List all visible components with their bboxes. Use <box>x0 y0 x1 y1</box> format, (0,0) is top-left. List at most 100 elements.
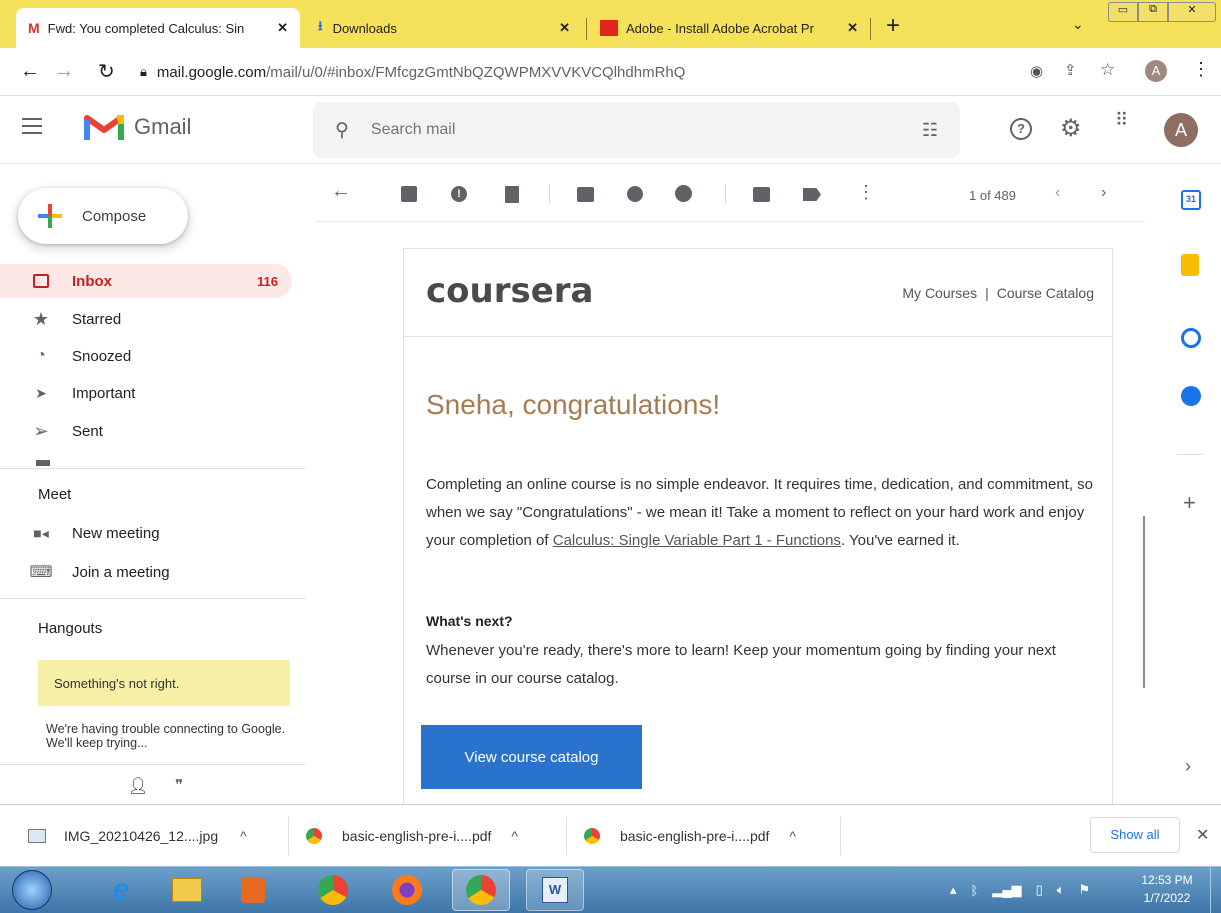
snooze-clock-icon[interactable] <box>627 186 643 202</box>
start-button[interactable] <box>12 870 52 910</box>
meet-header: Meet <box>38 486 72 503</box>
new-tab-button[interactable]: + <box>886 12 900 40</box>
show-all-button[interactable]: Show all <box>1090 817 1180 853</box>
firefox-icon[interactable] <box>378 869 436 911</box>
expand-panel-chevron-icon[interactable]: › <box>1185 756 1191 777</box>
browser-menu-icon[interactable]: ⋮ <box>1192 59 1210 80</box>
sidebar-item-snoozed[interactable]: ◔ Snoozed <box>0 339 292 373</box>
close-downloads-icon[interactable]: ✕ <box>1196 825 1209 845</box>
clock[interactable]: 12:53 PM 1/7/2022 <box>1130 871 1204 907</box>
mark-unread-icon[interactable] <box>577 187 594 202</box>
minimize-button[interactable]: ▭ <box>1108 2 1138 22</box>
show-hidden-icons-icon[interactable]: ▴ <box>950 882 957 898</box>
forward-arrow-icon[interactable]: → <box>54 60 74 83</box>
chrome-profile-icon[interactable] <box>452 869 510 911</box>
whats-next-heading: What's next? <box>426 613 513 629</box>
back-to-inbox-icon[interactable]: ← <box>331 180 351 203</box>
tasks-icon[interactable] <box>1181 328 1201 348</box>
sidebar-item-inbox[interactable]: Inbox 116 <box>0 264 292 298</box>
chevron-up-icon[interactable]: ^ <box>789 828 796 844</box>
label-tag-icon[interactable] <box>803 188 821 201</box>
reload-icon[interactable]: ↻ <box>98 59 115 84</box>
add-to-tasks-icon[interactable] <box>675 185 692 202</box>
close-icon[interactable]: ✕ <box>559 20 570 36</box>
sidebar-item-starred[interactable]: ★ Starred <box>0 302 292 336</box>
close-icon[interactable]: ✕ <box>277 20 288 36</box>
internet-explorer-icon[interactable]: e <box>92 869 150 911</box>
divider <box>0 764 305 765</box>
gmail-logo[interactable]: Gmail <box>84 112 191 142</box>
tab-search-icon[interactable]: ⌄ <box>1072 16 1084 33</box>
eye-icon[interactable]: ◉ <box>1030 62 1043 80</box>
close-icon[interactable]: ✕ <box>847 20 858 36</box>
contacts-icon[interactable] <box>1181 386 1201 406</box>
search-bar[interactable]: ⚲ ☷ <box>313 102 960 158</box>
media-player-icon[interactable] <box>224 869 282 911</box>
bookmark-star-icon[interactable]: ☆ <box>1100 60 1115 80</box>
sidebar-item-sent[interactable]: ➢ Sent <box>0 414 292 448</box>
chevron-up-icon[interactable]: ^ <box>240 828 247 844</box>
bluetooth-icon[interactable]: ᛒ <box>971 883 979 898</box>
more-options-icon[interactable]: ⋮ <box>857 182 875 203</box>
report-spam-icon[interactable]: ! <box>451 186 467 202</box>
tab-adobe[interactable]: Adobe - Install Adobe Acrobat Pr ✕ <box>588 14 866 42</box>
download-item[interactable]: IMG_20210426_12....jpg ^ <box>28 823 247 849</box>
search-input[interactable] <box>370 121 871 139</box>
move-to-folder-icon[interactable] <box>753 187 770 202</box>
divider <box>1177 454 1203 455</box>
calendar-icon[interactable]: 31 <box>1181 190 1201 210</box>
tab-gmail[interactable]: M Fwd: You completed Calculus: Sin ✕ <box>16 8 300 48</box>
download-item[interactable]: basic-english-pre-i....pdf ^ <box>306 823 518 849</box>
tab-downloads[interactable]: ⭳ Downloads ✕ <box>306 14 578 42</box>
battery-icon[interactable]: ▯ <box>1036 882 1043 898</box>
profile-avatar[interactable]: A <box>1145 60 1167 82</box>
keep-icon[interactable] <box>1181 254 1199 276</box>
back-arrow-icon[interactable]: ← <box>20 60 40 83</box>
maximize-button[interactable]: ⧉ <box>1138 2 1168 22</box>
compose-label: Compose <box>82 207 147 225</box>
compose-button[interactable]: Compose <box>18 188 188 244</box>
word-icon[interactable]: W <box>526 869 584 911</box>
settings-gear-icon[interactable]: ⚙ <box>1060 114 1082 143</box>
hamburger-menu-icon[interactable] <box>22 118 42 134</box>
course-link[interactable]: Calculus: Single Variable Part 1 - Funct… <box>553 532 841 549</box>
download-filename: IMG_20210426_12....jpg <box>64 828 219 844</box>
hangouts-header: Hangouts <box>38 620 103 637</box>
view-catalog-button[interactable]: View course catalog <box>421 725 642 789</box>
message-scrollbar[interactable] <box>1143 516 1145 688</box>
divider <box>0 598 305 599</box>
windows-taskbar: e W ▴ ᛒ ▂▄▆ ▯ 🔈︎ ⚑ 12:53 PM 1/7/2022 <box>0 866 1221 913</box>
help-icon[interactable]: ? <box>1010 118 1032 140</box>
apps-grid-icon[interactable]: ⠿ <box>1115 111 1128 129</box>
my-courses-link[interactable]: My Courses <box>902 285 977 301</box>
address-bar[interactable]: 🔒︎ mail.google.com /mail/u/0/#inbox/FMfc… <box>140 54 1140 90</box>
keyboard-icon: ⌨ <box>29 564 53 581</box>
share-icon[interactable]: ⇪ <box>1064 61 1077 79</box>
archive-icon[interactable] <box>401 186 417 202</box>
download-item[interactable]: basic-english-pre-i....pdf ^ <box>584 823 796 849</box>
show-desktop-button[interactable] <box>1210 867 1221 913</box>
course-catalog-link[interactable]: Course Catalog <box>997 285 1094 301</box>
older-chevron-icon[interactable]: › <box>1101 184 1106 202</box>
search-options-icon[interactable]: ☷ <box>922 120 938 141</box>
volume-icon[interactable]: 🔈︎ <box>1057 882 1065 898</box>
account-avatar[interactable]: A <box>1164 113 1198 147</box>
delete-trash-icon[interactable] <box>505 186 519 203</box>
join-meeting-button[interactable]: ⌨ Join a meeting <box>0 555 292 589</box>
close-window-button[interactable]: ✕ <box>1168 2 1216 22</box>
file-explorer-icon[interactable] <box>158 869 216 911</box>
newer-chevron-icon[interactable]: ‹ <box>1055 184 1060 202</box>
sidebar-item-important[interactable]: ➤ Important <box>0 376 292 410</box>
action-center-flag-icon[interactable]: ⚑ <box>1079 882 1091 898</box>
new-meeting-button[interactable]: ■◂ New meeting <box>0 516 292 550</box>
email-header: coursera My Courses | Course Catalog <box>404 249 1112 337</box>
chevron-up-icon[interactable]: ^ <box>511 828 518 844</box>
add-addon-plus-icon[interactable]: + <box>1183 490 1196 516</box>
hangouts-chat-icon[interactable]: ❞ <box>175 776 183 794</box>
signal-icon[interactable]: ▂▄▆ <box>992 882 1021 898</box>
chrome-icon[interactable] <box>304 869 362 911</box>
gmail-header: Gmail ⚲ ☷ ? ⚙ ⠿ A <box>0 96 1221 164</box>
message-pane: coursera My Courses | Course Catalog Sne… <box>315 222 1145 804</box>
search-icon[interactable]: ⚲ <box>335 119 349 142</box>
contacts-person-icon[interactable]: 👤︎ <box>128 776 148 796</box>
